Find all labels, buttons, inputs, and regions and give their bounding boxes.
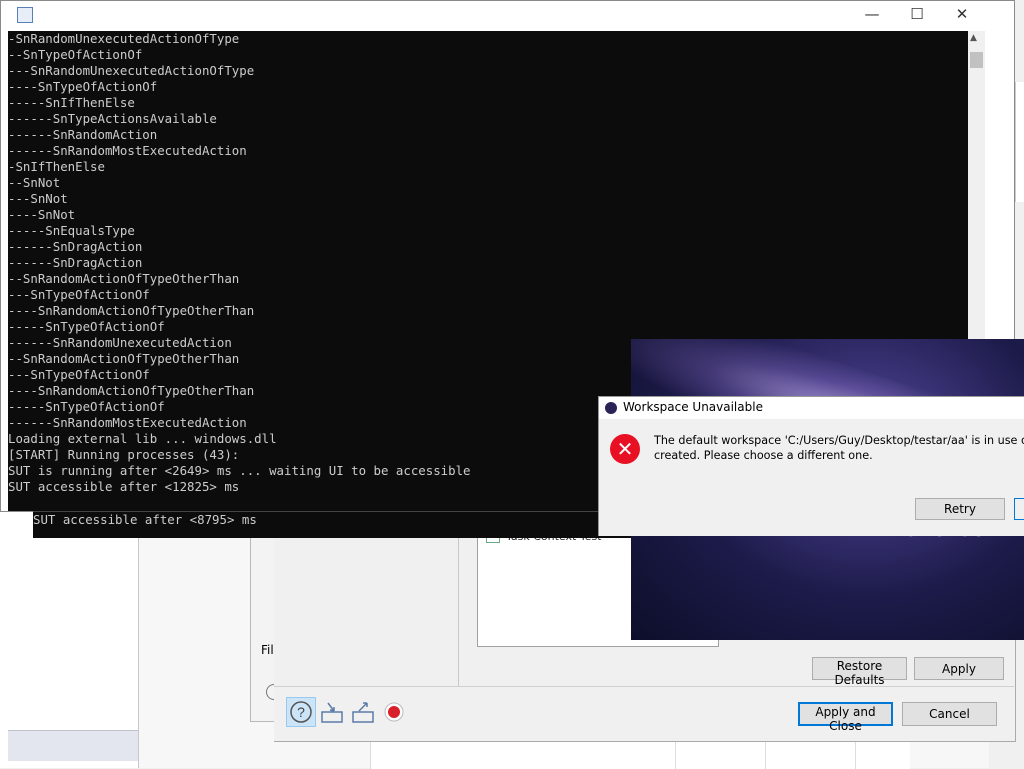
eclipse-icon [605, 402, 617, 414]
console-scroll-thumb[interactable] [970, 52, 983, 68]
export-button[interactable] [351, 700, 377, 729]
retry-button[interactable]: Retry [915, 498, 1005, 520]
console-line: SUT accessible after <12825> ms [8, 479, 240, 494]
console-line: ------SnTypeActionsAvailable [8, 111, 217, 126]
console-line: ------SnDragAction [8, 239, 143, 254]
close-icon[interactable]: ✕ [939, 5, 985, 23]
console-line: -SnRandomUnexecutedActionOfType [8, 31, 240, 46]
secondary-console-line: SUT accessible after <8795> ms [33, 512, 257, 527]
help-icon: ? [290, 701, 312, 723]
workspace-dialog-title: Workspace Unavailable [623, 400, 763, 414]
console-line: SUT is running after <2649> ms ... waiti… [8, 463, 471, 478]
console-line: ---SnNot [8, 191, 68, 206]
console-line: ------SnDragAction [8, 255, 143, 270]
record-button[interactable] [382, 700, 408, 729]
export-icon [352, 702, 374, 723]
java-icon [17, 7, 33, 23]
console-line: -----SnIfThenElse [8, 95, 135, 110]
apply-and-close-button[interactable]: Apply and Close [798, 702, 893, 733]
console-line: ------SnRandomMostExecutedAction [8, 143, 247, 158]
console-line: ------SnRandomMostExecutedAction [8, 415, 247, 430]
console-line: --SnTypeOfActionOf [8, 47, 143, 62]
record-icon [384, 702, 404, 722]
background-right-mini-panel [1015, 82, 1024, 202]
console-text: -SnRandomUnexecutedActionOfType --SnType… [8, 31, 471, 495]
console-line: -SnIfThenElse [8, 159, 105, 174]
cancel-button[interactable]: Cancel [902, 702, 997, 726]
import-button[interactable] [320, 700, 346, 729]
focused-button-edge[interactable] [1014, 498, 1024, 520]
scroll-up-arrow-icon[interactable]: ▲ [970, 33, 977, 43]
import-icon [321, 702, 343, 723]
workspace-message-line1: The default workspace 'C:/Users/Guy/Desk… [654, 434, 1024, 447]
console-line: [START] Running processes (43): [8, 447, 240, 462]
console-titlebar[interactable]: — ☐ ✕ [1, 1, 1013, 31]
console-line: ---SnRandomUnexecutedActionOfType [8, 63, 255, 78]
console-line: ----SnTypeOfActionOf [8, 79, 158, 94]
console-line: -----SnTypeOfActionOf [8, 319, 165, 334]
console-line: Loading external lib ... windows.dll [8, 431, 277, 446]
console-line: --SnRandomActionOfTypeOtherThan [8, 271, 240, 286]
console-line: -----SnTypeOfActionOf [8, 399, 165, 414]
maximize-icon[interactable]: ☐ [894, 5, 940, 23]
console-line: ----SnNot [8, 207, 76, 222]
console-line: --SnNot [8, 175, 61, 190]
workspace-message-line2: created. Please choose a different one. [654, 449, 873, 462]
console-line: ------SnRandomUnexecutedAction [8, 335, 232, 350]
background-table [370, 740, 910, 769]
background-window-left-footer [8, 730, 138, 761]
minimize-icon[interactable]: — [849, 5, 895, 23]
preferences-left-pane [274, 520, 459, 686]
secondary-console-output: SUT accessible after <8795> ms [33, 511, 637, 538]
console-line: --SnRandomActionOfTypeOtherThan [8, 351, 240, 366]
console-line: ---SnTypeOfActionOf [8, 287, 150, 302]
console-line: ------SnRandomAction [8, 127, 158, 142]
svg-text:?: ? [297, 704, 305, 720]
help-button[interactable]: ? [286, 697, 316, 727]
error-icon: ✕ [610, 434, 640, 464]
restore-defaults-button[interactable]: Restore Defaults [812, 657, 907, 687]
console-line: ----SnRandomActionOfTypeOtherThan [8, 383, 255, 398]
console-line: -----SnEqualsType [8, 223, 135, 238]
console-line: ----SnRandomActionOfTypeOtherThan [8, 303, 255, 318]
console-line: ---SnTypeOfActionOf [8, 367, 150, 382]
apply-button[interactable]: Apply [914, 657, 1004, 680]
